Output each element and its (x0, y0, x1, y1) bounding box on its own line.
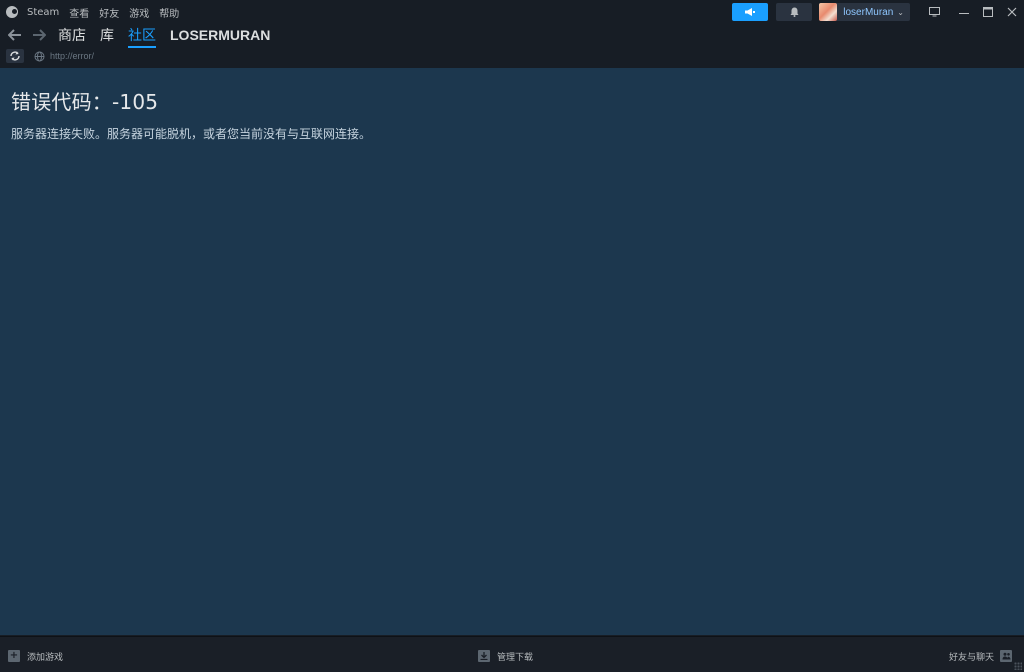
bell-icon (790, 7, 799, 17)
globe-icon (34, 50, 46, 62)
tab-community[interactable]: 社区 (128, 25, 156, 48)
add-game-button[interactable]: + 添加游戏 (8, 649, 63, 663)
maximize-button[interactable] (976, 3, 1000, 21)
navigation-row: 商店 库 社区 LOSERMURAN (6, 24, 284, 48)
maximize-icon (983, 7, 993, 17)
back-button[interactable] (6, 26, 24, 44)
url-text[interactable]: http://error/ (50, 51, 94, 61)
download-icon (478, 650, 490, 662)
manage-downloads-label: 管理下载 (497, 652, 534, 663)
steam-logo-icon (6, 6, 18, 18)
forward-button[interactable] (30, 26, 48, 44)
user-menu-button[interactable]: loserMuran ⌄ (819, 3, 910, 21)
announcements-button[interactable] (732, 3, 769, 21)
user-name: loserMuran (843, 6, 894, 18)
friends-chat-label: 好友与聊天 (948, 652, 994, 663)
chevron-down-icon: ⌄ (897, 7, 904, 17)
arrow-right-icon (33, 29, 46, 41)
friends-chat-button[interactable]: 好友与聊天 (949, 649, 1012, 663)
minimize-button[interactable] (952, 3, 976, 21)
url-row: http://error/ (6, 48, 94, 64)
megaphone-icon (745, 8, 756, 16)
tab-store[interactable]: 商店 (58, 25, 86, 45)
notifications-button[interactable] (776, 3, 813, 21)
close-button[interactable] (1000, 3, 1024, 21)
monitor-icon (928, 7, 940, 17)
menu-item-steam[interactable]: Steam (22, 7, 64, 18)
error-message: 服务器连接失败。服务器可能脱机，或者您当前没有与互联网连接。 (11, 127, 372, 141)
add-game-label: 添加游戏 (27, 652, 64, 663)
menu-item-games[interactable]: 游戏 (124, 5, 154, 20)
big-picture-button[interactable] (922, 3, 946, 21)
arrow-left-icon (8, 29, 21, 41)
reload-button[interactable] (6, 49, 24, 63)
title-bar: Steam 查看 好友 游戏 帮助 loserMuran ⌄ 商店 库 社区 L… (0, 0, 1024, 68)
menu-item-friends[interactable]: 好友 (94, 5, 124, 20)
minimize-icon (959, 13, 969, 14)
plus-icon: + (8, 650, 20, 662)
main-content: 错误代码：-105 服务器连接失败。服务器可能脱机，或者您当前没有与互联网连接。 (0, 68, 1024, 635)
reload-icon (10, 51, 20, 61)
close-icon (1007, 7, 1017, 17)
menu-bar: Steam 查看 好友 游戏 帮助 (6, 4, 184, 20)
tab-library[interactable]: 库 (100, 25, 114, 45)
bottom-bar: + 添加游戏 管理下载 好友与聊天 (0, 636, 1024, 672)
avatar (819, 3, 838, 21)
friends-icon (1000, 650, 1012, 662)
menu-item-help[interactable]: 帮助 (154, 5, 184, 20)
menu-item-view[interactable]: 查看 (64, 5, 94, 20)
manage-downloads-button[interactable]: 管理下载 (478, 649, 533, 663)
resize-grip[interactable] (1014, 662, 1022, 670)
top-right-controls: loserMuran ⌄ (732, 2, 1024, 22)
error-title: 错误代码：-105 (11, 90, 159, 114)
tab-user-profile[interactable]: LOSERMURAN (170, 27, 270, 43)
